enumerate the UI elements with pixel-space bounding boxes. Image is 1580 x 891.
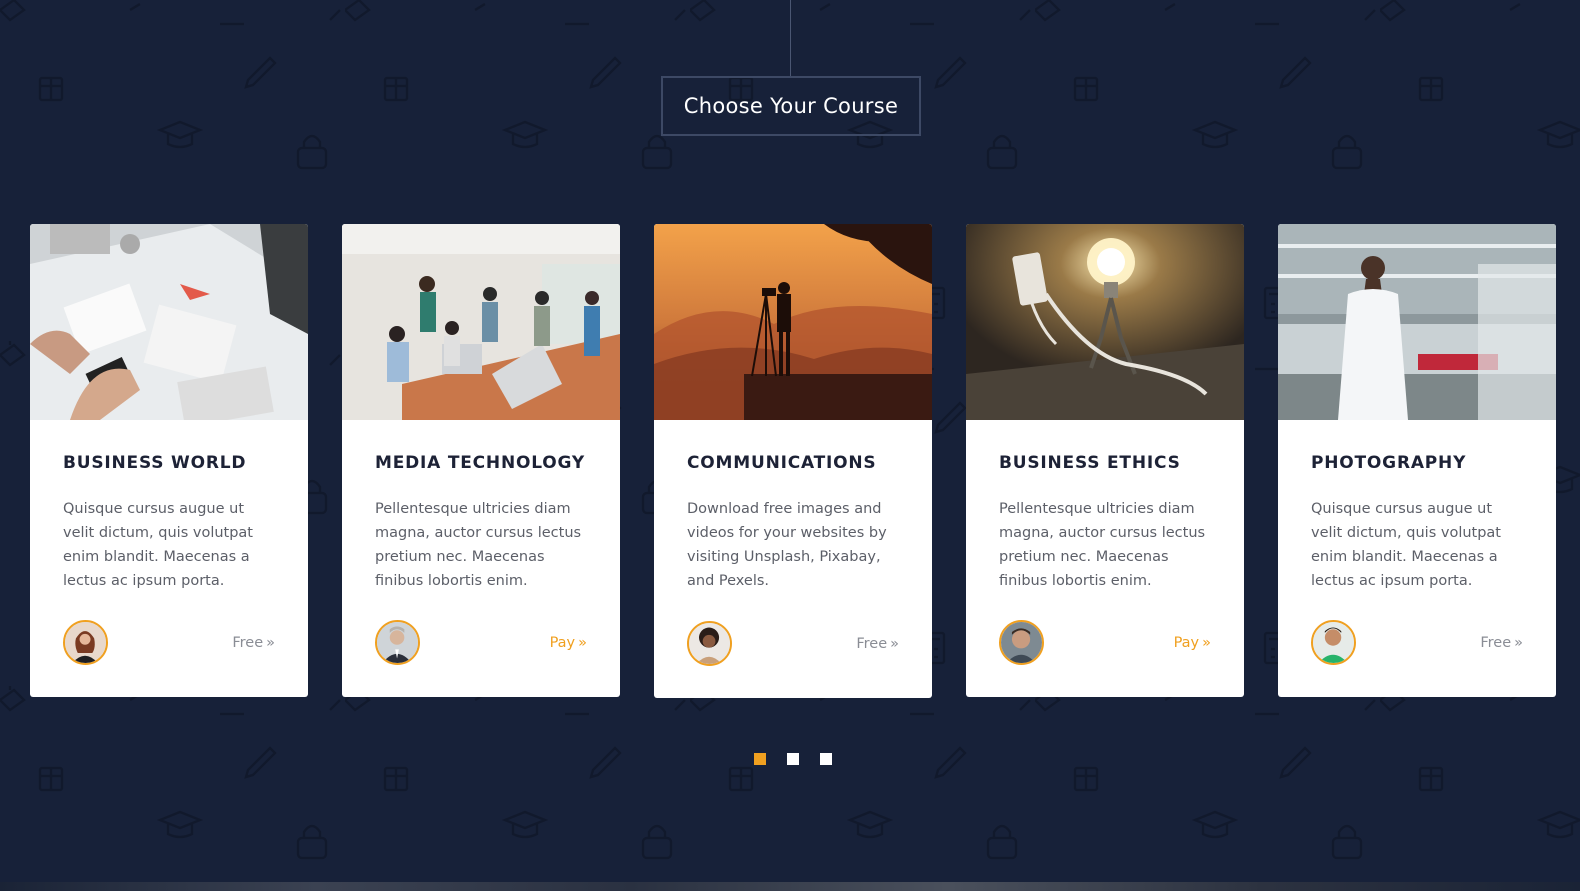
- course-image[interactable]: [966, 224, 1244, 420]
- double-chevron-right-icon: »: [1202, 634, 1211, 651]
- course-card[interactable]: BUSINESS WORLD Quisque cursus augue ut v…: [30, 224, 308, 697]
- course-description: Download free images and videos for your…: [687, 501, 887, 589]
- course-title[interactable]: BUSINESS ETHICS: [999, 453, 1211, 473]
- title-connector-line: [790, 0, 791, 76]
- course-image[interactable]: [30, 224, 308, 420]
- price-label: Free: [232, 634, 264, 651]
- double-chevron-right-icon: »: [266, 634, 275, 651]
- price-label: Free: [856, 635, 888, 652]
- instructor-avatar[interactable]: [999, 620, 1044, 665]
- course-card[interactable]: MEDIA TECHNOLOGY Pellentesque ultricies …: [342, 224, 620, 697]
- course-carousel: BUSINESS WORLD Quisque cursus augue ut v…: [30, 224, 1556, 698]
- carousel-dot-3[interactable]: [820, 753, 832, 765]
- course-price-link[interactable]: Pay »: [550, 635, 587, 651]
- course-price-link[interactable]: Free »: [1480, 635, 1523, 651]
- price-label: Pay: [1173, 634, 1200, 651]
- carousel-dot-2[interactable]: [787, 753, 799, 765]
- course-image[interactable]: [342, 224, 620, 420]
- instructor-avatar[interactable]: [687, 621, 732, 666]
- course-description: Quisque cursus augue ut velit dictum, qu…: [63, 501, 253, 589]
- instructor-avatar[interactable]: [63, 620, 108, 665]
- course-title[interactable]: COMMUNICATIONS: [687, 453, 899, 473]
- course-description: Pellentesque ultricies diam magna, aucto…: [375, 501, 582, 589]
- instructor-avatar[interactable]: [1311, 620, 1356, 665]
- course-title[interactable]: MEDIA TECHNOLOGY: [375, 453, 587, 473]
- course-description: Quisque cursus augue ut velit dictum, qu…: [1311, 501, 1501, 589]
- course-title[interactable]: PHOTOGRAPHY: [1311, 453, 1523, 473]
- course-image[interactable]: [1278, 224, 1556, 420]
- double-chevron-right-icon: »: [890, 635, 899, 652]
- section-title: Choose Your Course: [661, 76, 921, 136]
- course-card[interactable]: BUSINESS ETHICS Pellentesque ultricies d…: [966, 224, 1244, 697]
- carousel-dot-1[interactable]: [754, 753, 766, 765]
- course-card[interactable]: COMMUNICATIONS Download free images and …: [654, 224, 932, 698]
- course-title[interactable]: BUSINESS WORLD: [63, 453, 275, 473]
- double-chevron-right-icon: »: [1514, 634, 1523, 651]
- course-price-link[interactable]: Free »: [232, 635, 275, 651]
- price-label: Pay: [549, 634, 576, 651]
- double-chevron-right-icon: »: [578, 634, 587, 651]
- carousel-pagination: [754, 753, 832, 765]
- price-label: Free: [1480, 634, 1512, 651]
- course-image[interactable]: [654, 224, 932, 420]
- instructor-avatar[interactable]: [375, 620, 420, 665]
- course-price-link[interactable]: Pay »: [1174, 635, 1211, 651]
- next-section-image-edge: [0, 882, 1580, 891]
- course-card[interactable]: PHOTOGRAPHY Quisque cursus augue ut veli…: [1278, 224, 1556, 697]
- course-description: Pellentesque ultricies diam magna, aucto…: [999, 501, 1206, 589]
- course-price-link[interactable]: Free »: [856, 636, 899, 652]
